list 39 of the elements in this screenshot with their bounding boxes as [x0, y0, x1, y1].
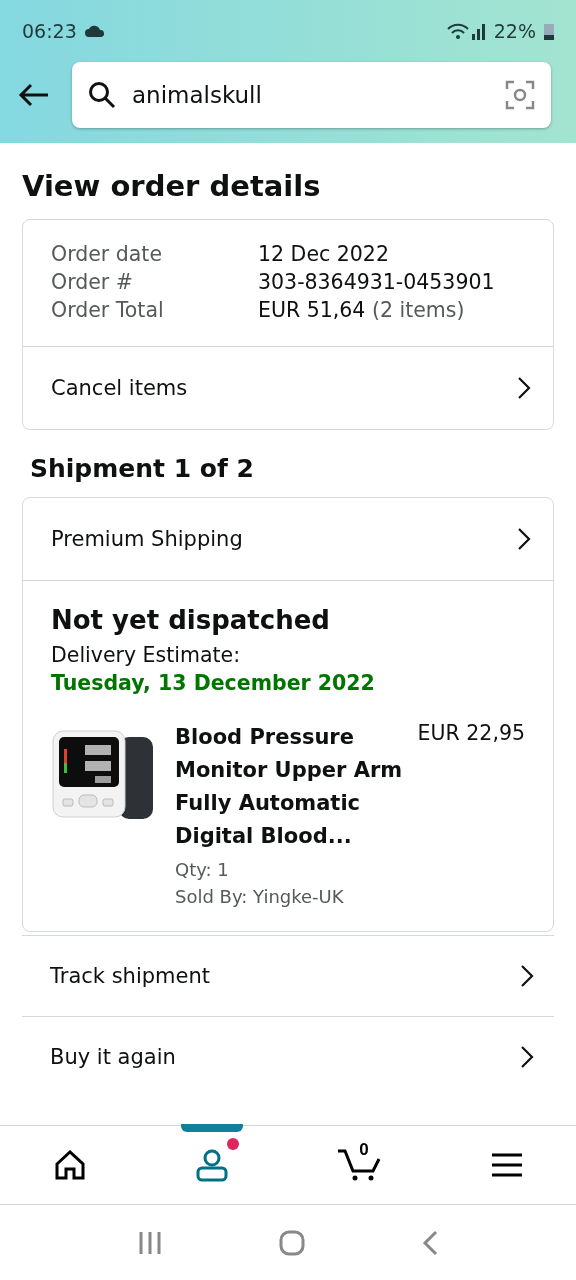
- search-field[interactable]: animalskull: [72, 62, 551, 128]
- cancel-items-link[interactable]: Cancel items: [23, 346, 553, 429]
- person-icon: [194, 1148, 229, 1182]
- order-field-label: Order Total: [51, 298, 165, 322]
- battery-percentage: 22%: [493, 20, 536, 42]
- delivery-estimate-label: Delivery Estimate:: [51, 643, 242, 667]
- cloud-icon: [84, 25, 105, 37]
- camera-scan-icon[interactable]: [505, 80, 535, 110]
- shipment-heading: Shipment 1 of 2: [30, 454, 255, 483]
- recent-apps-icon[interactable]: [138, 1230, 163, 1255]
- product-seller: Sold By: Yingke-UK: [175, 886, 345, 907]
- chevron-right-icon: [520, 1045, 534, 1069]
- battery-icon: [544, 22, 554, 40]
- order-field-label: Order date: [51, 242, 163, 266]
- signal-icon: [445, 22, 486, 40]
- order-field-value: 12 Dec 2022: [258, 242, 390, 266]
- nav-tab[interactable]: 0: [323, 1126, 398, 1204]
- home-icon: [54, 1150, 87, 1180]
- chevron-right-icon: [517, 376, 531, 400]
- product-quantity: Qty: 1: [175, 859, 230, 880]
- order-field-label: Order #: [51, 270, 134, 294]
- page-title: View order details: [22, 169, 322, 203]
- chevron-right-icon: [520, 964, 534, 988]
- action-link[interactable]: Buy it again: [22, 1016, 554, 1097]
- product-price: EUR 22,95: [417, 721, 525, 747]
- back-arrow-icon[interactable]: [18, 83, 50, 107]
- cart-count: 0: [359, 1140, 369, 1160]
- chevron-right-icon: [517, 527, 531, 551]
- search-icon: [88, 81, 116, 109]
- shipping-method-link[interactable]: Premium Shipping: [23, 498, 553, 580]
- delivery-date: Tuesday, 13 December 2022: [51, 671, 376, 695]
- order-field-value: 303-8364931-0453901: [258, 270, 496, 294]
- status-time: 06:23: [22, 20, 77, 42]
- action-link[interactable]: Track shipment: [22, 935, 554, 1016]
- shipment-status: Not yet dispatched: [51, 605, 331, 635]
- menu-icon: [491, 1153, 522, 1177]
- back-chevron-icon[interactable]: [421, 1229, 438, 1256]
- order-field-value: EUR 51,64 (2 items): [258, 298, 466, 322]
- product-title[interactable]: Blood Pressure Monitor Upper Arm Fully Automatic Digital Blood...: [175, 721, 403, 853]
